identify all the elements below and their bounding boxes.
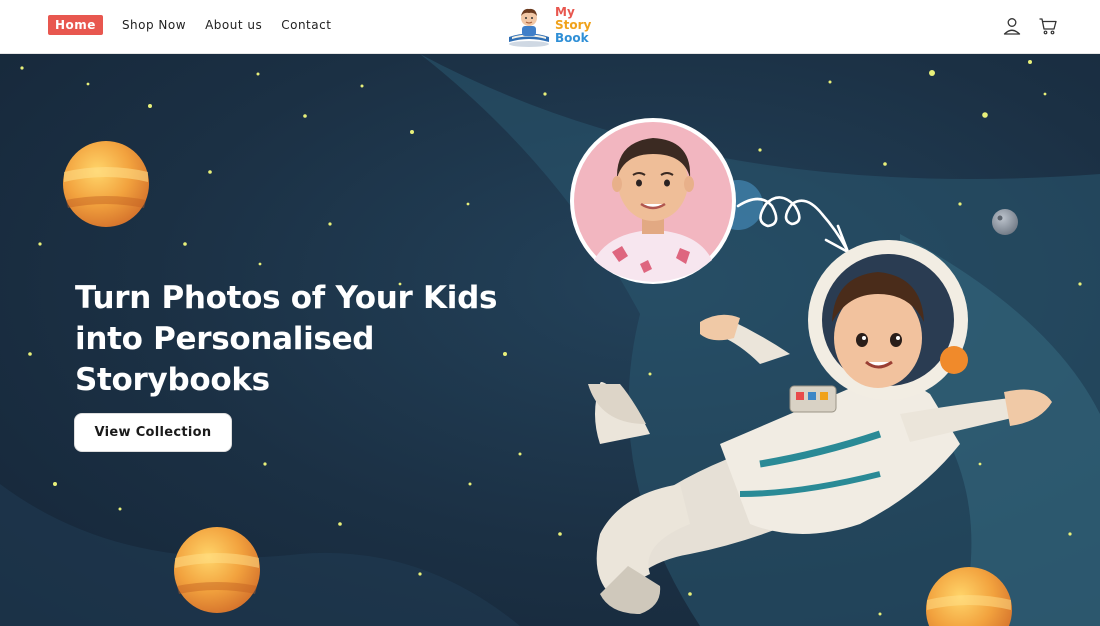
logo-wordmark: My Story Book [555, 6, 591, 45]
logo-reading-boy-icon [509, 8, 549, 47]
header-actions [1002, 16, 1058, 36]
account-icon[interactable] [1002, 16, 1022, 36]
site-logo[interactable]: My Story Book [504, 4, 596, 48]
main-nav: Home Shop Now About us Contact [48, 15, 350, 35]
nav-home-link[interactable]: Home [48, 15, 103, 35]
small-moon [992, 209, 1018, 235]
view-collection-button[interactable]: View Collection [74, 413, 232, 452]
nav-about-us-link[interactable]: About us [205, 15, 262, 35]
nav-shop-now-link[interactable]: Shop Now [122, 15, 186, 35]
planet-bottom-left [174, 527, 260, 613]
photo-bubble [570, 118, 736, 284]
cart-icon[interactable] [1038, 16, 1058, 36]
planet-top-left [63, 141, 149, 227]
site-header: Home Shop Now About us Contact My Story … [0, 0, 1100, 54]
nav-contact-link[interactable]: Contact [281, 15, 331, 35]
hero-headline: Turn Photos of Your Kids into Personalis… [75, 280, 498, 398]
logo-word-book: Book [555, 31, 589, 45]
hero-banner: Turn Photos of Your Kids into Personalis… [0, 54, 1100, 626]
